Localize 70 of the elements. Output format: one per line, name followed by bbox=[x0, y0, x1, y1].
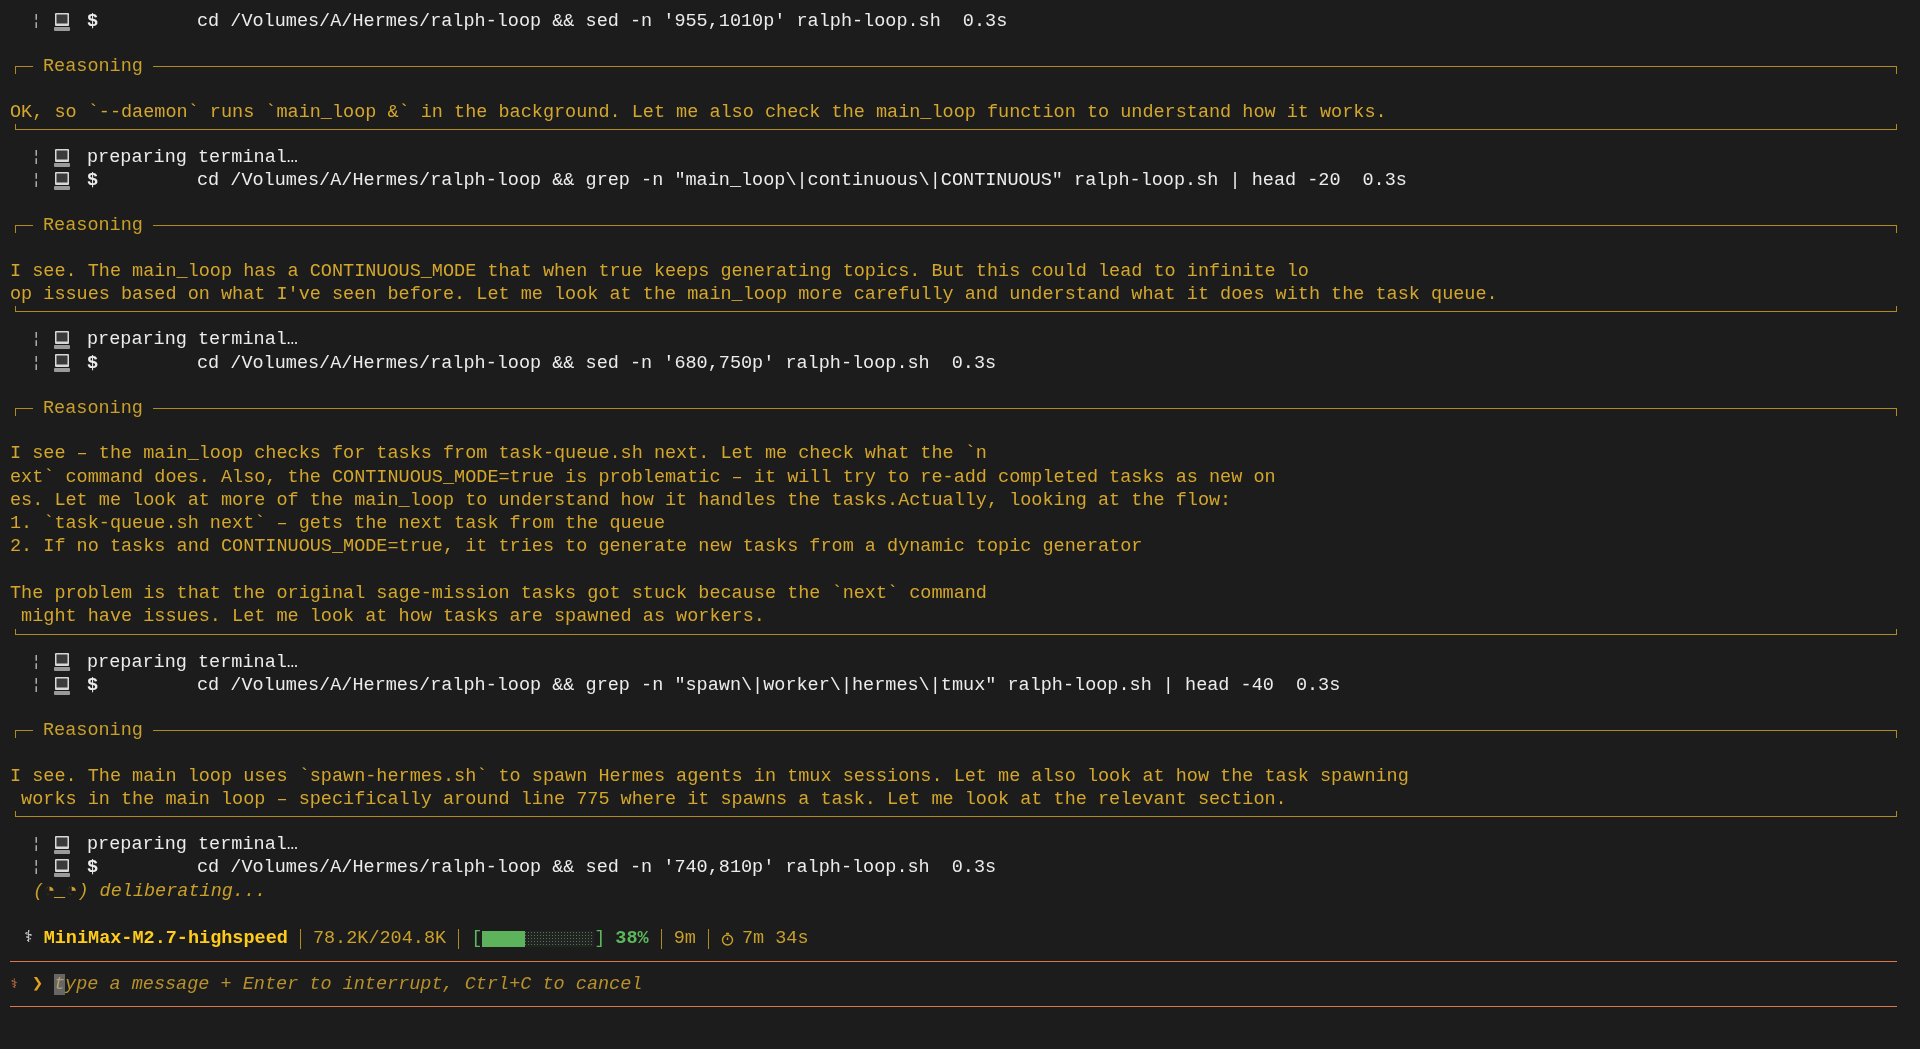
activity-text: (◔_◔) deliberating... bbox=[33, 879, 268, 903]
section-title: Reasoning bbox=[42, 55, 144, 79]
gutter-mark: ¦ bbox=[32, 147, 42, 167]
reasoning-text: I see. The main_loop has a CONTINUOUS_MODE that when true keeps generating topics. But this could lead to infinite lo bbox=[10, 259, 1310, 284]
reasoning-text: es. Let me look at more of the main_loop to understand how it handles the tasks.Actually, looking at the flow: bbox=[10, 488, 1233, 513]
terminal-icon bbox=[54, 676, 70, 695]
duration-text: 0.3s bbox=[951, 351, 997, 375]
command-text: cd /Volumes/A/Hermes/ralph-loop && grep -n "spawn\|worker\|hermes\|tmux" ralph-loop.sh | head -40 bbox=[197, 673, 1274, 698]
frame-corner bbox=[15, 407, 33, 416]
prompt-symbol: $ bbox=[87, 856, 100, 880]
terminal-icon bbox=[54, 171, 70, 190]
frame-corner bbox=[15, 66, 33, 75]
gutter-mark: ¦ bbox=[32, 652, 42, 672]
gutter-mark: ¦ bbox=[32, 330, 42, 350]
prompt-icon: ❯ bbox=[32, 972, 54, 996]
status-text: preparing terminal… bbox=[87, 328, 298, 352]
command-text: cd /Volumes/A/Hermes/ralph-loop && sed -n '680,750p' ralph-loop.sh bbox=[197, 351, 930, 375]
terminal-icon bbox=[54, 653, 70, 672]
duration-text: 0.3s bbox=[951, 856, 997, 880]
reasoning-text: I see – the main_loop checks for tasks from task-queue.sh next. Let me check what the `n bbox=[10, 442, 988, 466]
prompt-symbol: $ bbox=[87, 169, 100, 193]
terminal-icon bbox=[54, 12, 70, 31]
reasoning-text: I see. The main loop uses `spawn-hermes.sh` to spawn Hermes agents in tmux sessions. Let me also look at how the task spawning bbox=[10, 764, 1410, 788]
section-title: Reasoning bbox=[42, 396, 144, 421]
command-text: cd /Volumes/A/Hermes/ralph-loop && sed -n '955,1010p' ralph-loop.sh bbox=[197, 10, 941, 34]
terminal-icon bbox=[54, 354, 70, 373]
reasoning-text: op issues based on what I've seen before. Let me look at the main_loop more carefully and understand what it does with the task queue. bbox=[10, 283, 1499, 307]
section-title: Reasoning bbox=[42, 719, 144, 743]
gutter-mark: ¦ bbox=[32, 171, 42, 191]
terminal-icon bbox=[54, 859, 70, 878]
message-input[interactable]: type a message + Enter to interrupt, Ctrl+C to cancel bbox=[54, 972, 1897, 996]
prompt-symbol: $ bbox=[87, 351, 100, 375]
reasoning-text: 2. If no tasks and CONTINUOUS_MODE=true, it tries to generate new tasks from a dynamic topic generator bbox=[10, 535, 1144, 559]
reasoning-text: 1. `task-queue.sh next` – gets the next task from the queue bbox=[10, 512, 666, 536]
command-text: cd /Volumes/A/Hermes/ralph-loop && sed -n '740,810p' ralph-loop.sh bbox=[197, 856, 930, 880]
caduceus-icon: ⚕ bbox=[24, 927, 34, 951]
bracket-text: [ bbox=[471, 927, 483, 951]
prompt-symbol: $ bbox=[87, 10, 100, 34]
reasoning-text: The problem is that the original sage-mission tasks got stuck because the `next` command bbox=[10, 582, 988, 606]
reasoning-text: works in the main loop – specifically around line 775 where it spawns a task. Let me look at the relevant section. bbox=[20, 787, 1288, 812]
duration-text: 0.3s bbox=[1362, 169, 1407, 193]
model-name: MiniMax-M2.7-highspeed bbox=[43, 927, 288, 951]
gutter-mark: ¦ bbox=[32, 675, 42, 695]
gutter-mark: ¦ bbox=[32, 353, 42, 373]
caduceus-icon: ⚕ bbox=[10, 972, 32, 996]
elapsed-time: 7m 34s bbox=[741, 927, 809, 951]
duration-text: 0.3s bbox=[962, 10, 1008, 34]
bracket-text: ] bbox=[594, 927, 606, 951]
reasoning-text: ext` command does. Also, the CONTINUOUS_MODE=true is problematic – it will try to re-add completed tasks as new on bbox=[10, 465, 1277, 489]
percent-text: 38% bbox=[615, 927, 649, 951]
gutter-mark: ¦ bbox=[32, 858, 42, 878]
frame-corner bbox=[15, 225, 33, 234]
status-text: preparing terminal… bbox=[87, 145, 298, 170]
terminal-icon bbox=[54, 148, 70, 167]
stopwatch-icon bbox=[720, 931, 734, 946]
prompt-symbol: $ bbox=[87, 673, 100, 698]
session-time: 9m bbox=[673, 927, 696, 951]
section-title: Reasoning bbox=[42, 214, 144, 238]
command-text: cd /Volumes/A/Hermes/ralph-loop && grep -n "main_loop\|continuous\|CONTINUOUS" ralph-loop.sh | head -20 bbox=[197, 169, 1341, 193]
token-count: 78.2K/204.8K bbox=[312, 927, 447, 951]
gutter-mark: ¦ bbox=[32, 835, 42, 855]
status-text: preparing terminal… bbox=[87, 650, 298, 674]
gutter-mark: ¦ bbox=[32, 12, 42, 31]
status-text: preparing terminal… bbox=[87, 833, 298, 857]
terminal-icon bbox=[54, 331, 70, 349]
reasoning-text: OK, so `--daemon` runs `main_loop &` in the background. Let me also check the main_loop function to understand how it works. bbox=[10, 100, 1388, 124]
terminal-icon bbox=[54, 835, 70, 854]
reasoning-text: might have issues. Let me look at how tasks are spawned as workers. bbox=[20, 605, 766, 629]
frame-corner bbox=[15, 730, 33, 739]
duration-text: 0.3s bbox=[1295, 673, 1341, 698]
